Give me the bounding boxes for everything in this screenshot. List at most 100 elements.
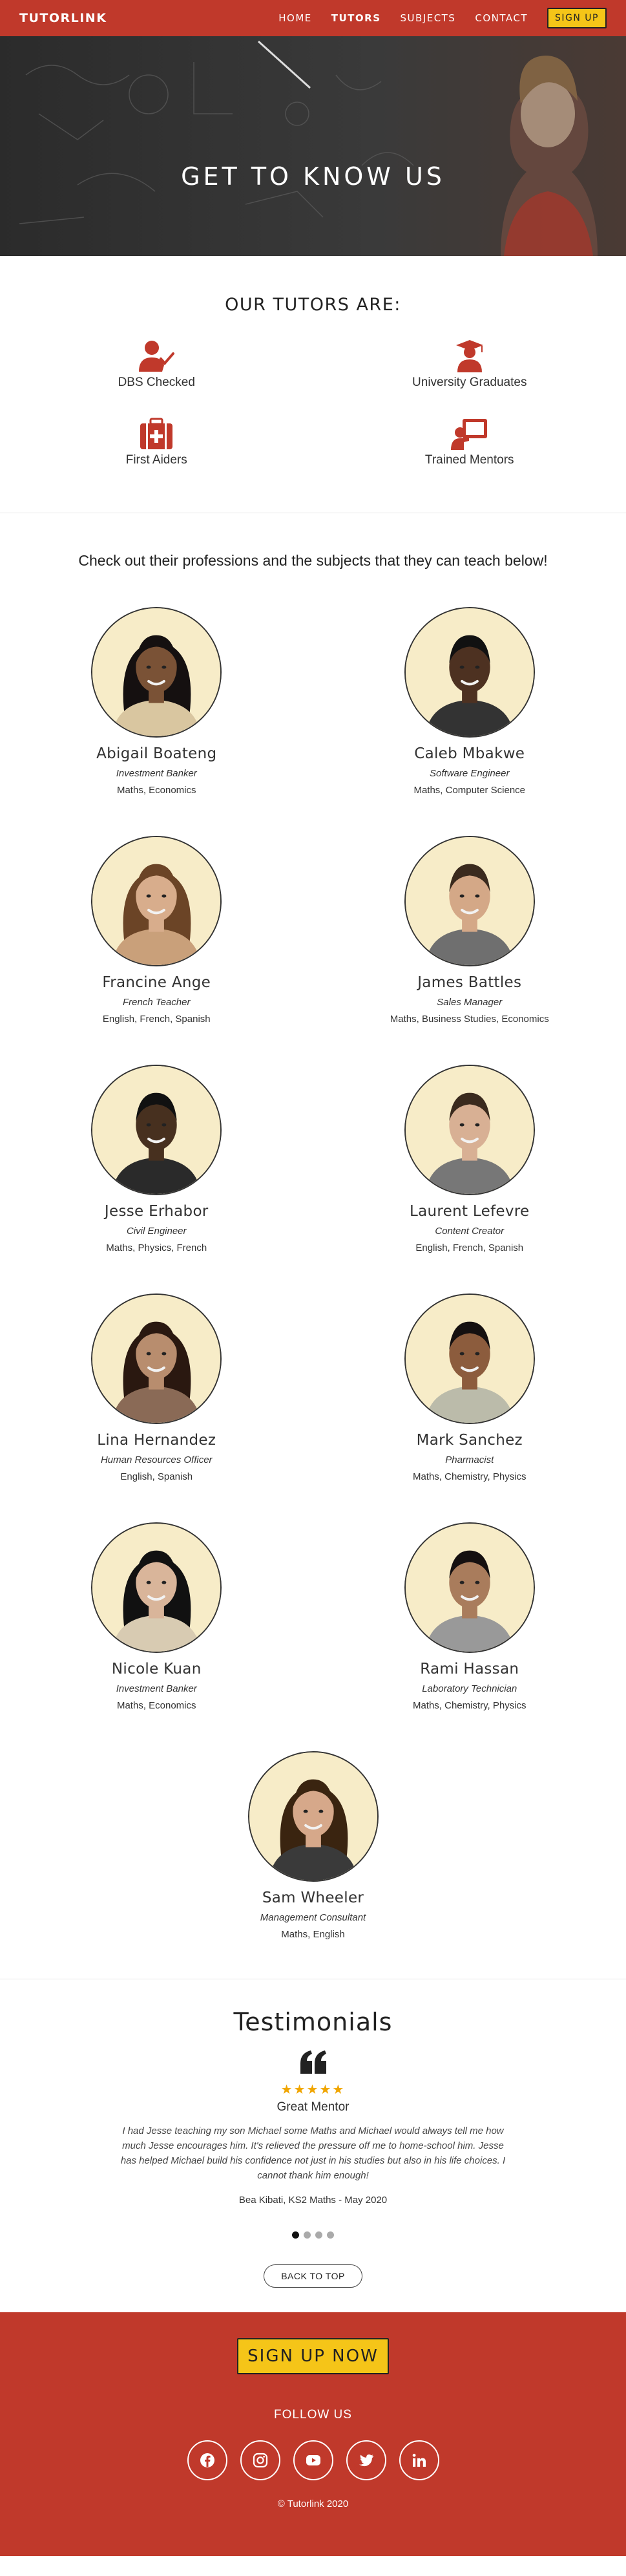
social-links <box>0 2440 626 2480</box>
nav-links: HOME TUTORS SUBJECTS CONTACT SIGN UP <box>259 8 607 28</box>
footer: SIGN UP NOW FOLLOW US © Tutorlink 2020 <box>0 2312 626 2556</box>
tutor-portrait-image <box>405 608 534 736</box>
tutor-subjects: English, French, Spanish <box>102 1014 211 1025</box>
tutor-photo <box>404 607 535 738</box>
brand-logo[interactable]: TUTORLINK <box>19 11 107 25</box>
tutor-portrait-image <box>405 837 534 965</box>
youtube-link[interactable] <box>293 2440 333 2480</box>
tutor-profession: French Teacher <box>122 997 191 1008</box>
nav-contact[interactable]: CONTACT <box>475 12 528 24</box>
feature-grid: DBS Checked University Graduates First A… <box>0 339 626 467</box>
tutor-name: Lina Hernandez <box>97 1432 216 1449</box>
tutor-subjects: Maths, Business Studies, Economics <box>390 1014 549 1025</box>
tutor-photo <box>404 1522 535 1653</box>
tutor-name: Abigail Boateng <box>96 745 217 762</box>
back-to-top-button[interactable]: BACK TO TOP <box>264 2264 362 2288</box>
tutor-subjects: Maths, Economics <box>116 1700 196 1711</box>
tutor-card: Caleb Mbakwe Software Engineer Maths, Co… <box>313 607 626 796</box>
feature-university-graduates: University Graduates <box>313 339 626 390</box>
tutor-name: Mark Sanchez <box>416 1432 523 1449</box>
tutor-subjects: English, Spanish <box>120 1471 193 1482</box>
tutor-name: Caleb Mbakwe <box>414 745 525 762</box>
tutor-photo <box>247 1751 379 1882</box>
facebook-link[interactable] <box>187 2440 227 2480</box>
carousel-dot[interactable] <box>327 2231 334 2239</box>
first-aid-kit-icon <box>140 418 173 449</box>
tutor-portrait-image <box>405 1524 534 1652</box>
hero-banner: GET TO KNOW US <box>0 36 626 256</box>
testimonial-heading: Great Mentor <box>276 2100 350 2114</box>
feature-label: DBS Checked <box>118 376 195 389</box>
testimonials-section: Testimonials ★★★★★ Great Mentor I had Je… <box>0 1979 626 2312</box>
tutor-subjects: Maths, Chemistry, Physics <box>412 1700 527 1711</box>
tutor-subjects: English, French, Spanish <box>415 1242 524 1253</box>
linkedin-link[interactable] <box>399 2440 439 2480</box>
twitter-link[interactable] <box>346 2440 386 2480</box>
signup-now-button[interactable]: SIGN UP NOW <box>237 2338 389 2374</box>
features-title: OUR TUTORS ARE: <box>225 295 401 315</box>
tutor-card: Francine Ange French Teacher English, Fr… <box>0 836 313 1025</box>
tutor-photo <box>91 836 222 966</box>
instagram-link[interactable] <box>240 2440 280 2480</box>
tutor-name: Sam Wheeler <box>262 1889 364 1906</box>
tutor-profession: Human Resources Officer <box>100 1454 213 1465</box>
tutor-profession: Pharmacist <box>445 1454 494 1465</box>
tutor-name: Laurent Lefevre <box>409 1203 530 1220</box>
tutor-card: Mark Sanchez Pharmacist Maths, Chemistry… <box>313 1293 626 1482</box>
nav-home[interactable]: HOME <box>278 12 312 24</box>
feature-first-aiders: First Aiders <box>0 417 313 467</box>
follow-us-label: FOLLOW US <box>274 2408 352 2422</box>
tutor-profession: Civil Engineer <box>126 1226 187 1237</box>
tutor-card: Sam Wheeler Management Consultant Maths,… <box>0 1751 626 1940</box>
nav-tutors[interactable]: TUTORS <box>331 12 381 24</box>
tutor-subjects: Maths, English <box>281 1929 345 1940</box>
tutor-portrait-image <box>92 1066 221 1194</box>
tutor-name: James Battles <box>417 974 522 991</box>
tutors-section: Check out their professions and the subj… <box>0 513 626 1979</box>
tutor-photo <box>91 1293 222 1424</box>
youtube-icon <box>306 2455 320 2465</box>
tutor-name: Rami Hassan <box>420 1661 519 1677</box>
tutor-name: Francine Ange <box>102 974 211 991</box>
tutor-photo <box>404 836 535 966</box>
tutor-portrait-image <box>405 1295 534 1423</box>
tutor-portrait-image <box>92 1524 221 1652</box>
tutor-name: Jesse Erhabor <box>104 1203 209 1220</box>
tutor-portrait-image <box>405 1066 534 1194</box>
testimonial-author: Bea Kibati, KS2 Maths - May 2020 <box>238 2195 388 2206</box>
testimonial-text: I had Jesse teaching my son Michael some… <box>120 2125 506 2181</box>
feature-trained-mentors: Trained Mentors <box>313 417 626 467</box>
tutor-profession: Content Creator <box>435 1226 505 1237</box>
tutor-profession: Sales Manager <box>437 997 503 1008</box>
facebook-icon <box>200 2453 214 2467</box>
tutor-card: James Battles Sales Manager Maths, Busin… <box>313 836 626 1025</box>
carousel-dot[interactable] <box>315 2231 322 2239</box>
tutor-subjects: Maths, Physics, French <box>106 1242 207 1253</box>
tutor-photo <box>91 607 222 738</box>
tutor-profession: Management Consultant <box>260 1912 366 1923</box>
copyright-text: © Tutorlink 2020 <box>277 2498 349 2509</box>
tutor-profession: Software Engineer <box>430 768 510 779</box>
tutor-grid: Abigail Boateng Investment Banker Maths,… <box>0 607 626 1940</box>
navbar: TUTORLINK HOME TUTORS SUBJECTS CONTACT S… <box>0 0 626 36</box>
tutor-card: Lina Hernandez Human Resources Officer E… <box>0 1293 313 1482</box>
nav-subjects[interactable]: SUBJECTS <box>401 12 456 24</box>
feature-label: Trained Mentors <box>424 453 514 467</box>
tutor-profession: Laboratory Technician <box>422 1683 517 1694</box>
carousel-dot[interactable] <box>304 2231 311 2239</box>
tutor-portrait-image <box>249 1752 377 1880</box>
signup-button[interactable]: SIGN UP <box>547 8 607 28</box>
carousel-dot[interactable] <box>292 2231 299 2239</box>
instagram-icon <box>253 2453 267 2468</box>
hero-title: GET TO KNOW US <box>181 162 445 191</box>
tutor-profession: Investment Banker <box>116 768 197 779</box>
graduate-icon <box>455 340 483 372</box>
tutor-photo <box>404 1065 535 1195</box>
feature-label: First Aiders <box>125 453 187 467</box>
testimonials-title: Testimonials <box>233 2008 393 2036</box>
tutor-subjects: Maths, Chemistry, Physics <box>412 1471 527 1482</box>
twitter-icon <box>359 2454 373 2467</box>
star-rating: ★★★★★ <box>280 2083 346 2097</box>
tutor-subjects: Maths, Economics <box>116 785 196 796</box>
teacher-board-icon <box>450 419 487 450</box>
